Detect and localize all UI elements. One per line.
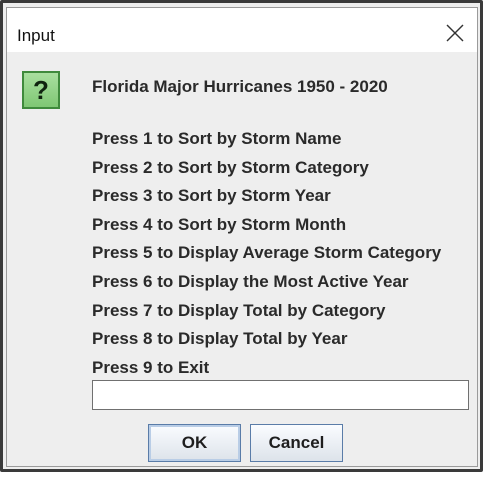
window-title: Input: [17, 26, 55, 45]
menu-option: Press 2 to Sort by Storm Category: [92, 157, 369, 177]
menu-option: Press 7 to Display Total by Category: [92, 300, 386, 320]
choice-input[interactable]: [92, 380, 469, 410]
dialog-heading: Florida Major Hurricanes 1950 - 2020: [92, 77, 388, 96]
menu-options-list: Press 1 to Sort by Storm Name Press 2 to…: [92, 129, 441, 386]
ok-button[interactable]: OK: [148, 424, 241, 462]
menu-option: Press 4 to Sort by Storm Month: [92, 214, 347, 234]
menu-option: Press 3 to Sort by Storm Year: [92, 186, 331, 206]
menu-option: Press 1 to Sort by Storm Name: [92, 129, 342, 148]
input-dialog: Input ? Florida Major Hurricanes 1950 - …: [0, 0, 483, 472]
question-icon: ?: [22, 71, 60, 109]
close-button[interactable]: [443, 21, 467, 45]
menu-option: Press 6 to Display the Most Active Year: [92, 271, 409, 291]
menu-option: Press 8 to Display Total by Year: [92, 329, 348, 349]
title-bar: Input: [7, 8, 477, 52]
close-icon: [446, 24, 464, 42]
dialog-body: Input ? Florida Major Hurricanes 1950 - …: [6, 7, 478, 467]
menu-option: Press 5 to Display Average Storm Categor…: [92, 243, 442, 263]
cancel-button[interactable]: Cancel: [250, 424, 343, 462]
